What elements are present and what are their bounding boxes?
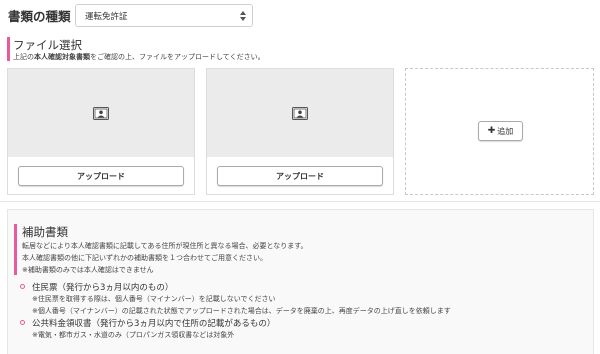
add-file-card: ✚ 追加: [405, 68, 594, 195]
aux-item-1-note-1: ※住民票を取得する際は、個人番号（マイナンバー）を記載しないでください: [32, 295, 276, 303]
upload-card-1: アップロード: [7, 68, 195, 195]
file-select-subtitle: 上記の本人確認対象書類をご確認の上、ファイルをアップロードしてください。: [13, 53, 265, 61]
file-select-accent-bar: [7, 37, 10, 61]
id-card-icon: [292, 106, 308, 120]
doc-type-row: 書類の種類: [8, 5, 71, 25]
aux-item-2-note-1: ※電気・都市ガス・水道のみ（プロパンガス領収書などは対象外: [32, 331, 235, 339]
bullet-icon: [20, 284, 25, 289]
aux-item-2-title: 公共料金領収書（発行から3ヵ月以内で住所の記載があるもの）: [32, 319, 276, 329]
aux-docs-line-2: 本人確認書類の他に下記いずれかの補助書類を１つ合わせてご用意ください。: [22, 254, 267, 262]
aux-item-1-title: 住民票（発行から3ヵ月以内のもの）: [32, 283, 174, 293]
bullet-icon: [20, 320, 25, 325]
upload-button-1[interactable]: アップロード: [18, 166, 184, 186]
upload-button-2[interactable]: アップロード: [217, 166, 383, 186]
upload-card-2: アップロード: [206, 68, 394, 195]
aux-docs-line-3: ※補助書類のみでは本人確認はできません: [22, 266, 154, 274]
upload-preview-area[interactable]: [8, 69, 194, 157]
aux-docs-accent-bar: [14, 224, 17, 275]
aux-item-1-note-2: ※個人番号（マイナンバー）の記載された状態でアップロードされた場合は、データを廃…: [32, 307, 451, 315]
id-card-icon: [93, 106, 109, 120]
plus-icon: ✚: [487, 126, 496, 136]
add-file-button[interactable]: ✚ 追加: [478, 121, 523, 141]
doc-type-label: 書類の種類: [8, 8, 71, 24]
select-arrows-icon: [240, 11, 246, 21]
upload-preview-area[interactable]: [207, 69, 393, 157]
section-divider: [0, 201, 600, 202]
aux-docs-title: 補助書類: [22, 225, 68, 239]
aux-docs-line-1: 転居などにより本人確認書類に記載してある住所が現住所と異なる場合、必要となります…: [22, 242, 308, 250]
doc-type-selected-value: 運転免許証: [85, 11, 128, 22]
file-select-title: ファイル選択: [13, 38, 82, 52]
add-file-button-label: 追加: [497, 126, 514, 136]
doc-type-select[interactable]: 運転免許証: [75, 4, 253, 27]
